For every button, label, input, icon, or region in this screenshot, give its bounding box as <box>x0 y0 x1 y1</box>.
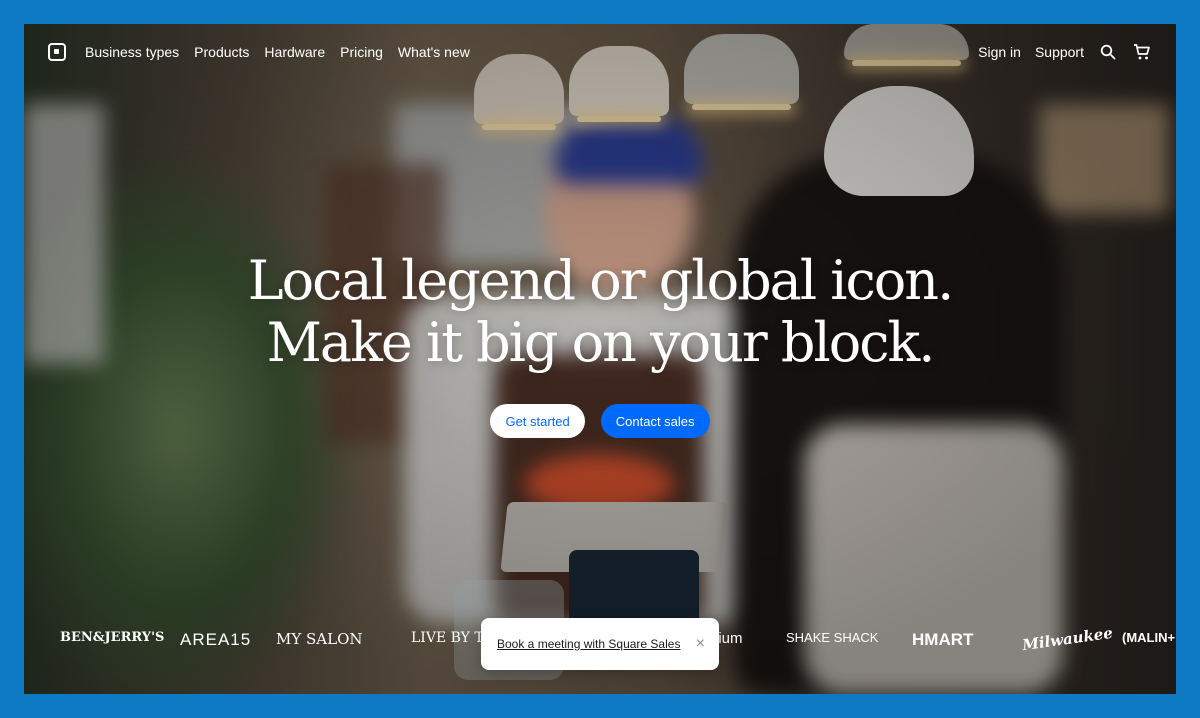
nav-products[interactable]: Products <box>194 44 249 60</box>
search-icon[interactable] <box>1098 42 1118 62</box>
nav-business-types[interactable]: Business types <box>85 44 179 60</box>
sign-in-link[interactable]: Sign in <box>978 44 1021 60</box>
brand-logo-area15: AREA15 <box>180 630 252 649</box>
brand-logo-ben-jerrys: BEN&JERRY'S <box>60 630 165 645</box>
nav-whats-new[interactable]: What's new <box>398 44 470 60</box>
hero-cta-row: Get started Contact sales <box>24 404 1176 438</box>
book-meeting-toast: Book a meeting with Square Sales × <box>481 618 719 670</box>
brand-logo-shake-shack: SHAKE SHACK <box>786 630 879 645</box>
cart-icon[interactable] <box>1132 42 1152 62</box>
brand-logo-milwaukee: Milwaukee <box>1021 623 1114 655</box>
contact-sales-button[interactable]: Contact sales <box>600 404 710 438</box>
hero-line-1: Local legend or global icon. <box>247 249 955 312</box>
get-started-button[interactable]: Get started <box>490 404 585 438</box>
close-icon[interactable]: × <box>696 635 705 653</box>
brand-logo-malin: (MALIN+ <box>1122 630 1176 645</box>
support-link[interactable]: Support <box>1035 44 1084 60</box>
hero-headline: Local legend or global icon. Make it big… <box>24 250 1176 374</box>
hero-frame: Business types Products Hardware Pricing… <box>24 24 1176 694</box>
nav-pricing[interactable]: Pricing <box>340 44 383 60</box>
book-meeting-link[interactable]: Book a meeting with Square Sales <box>497 637 680 651</box>
utility-nav: Sign in Support <box>978 24 1152 80</box>
main-nav: Business types Products Hardware Pricing… <box>85 24 470 80</box>
brand-logo-hmart: HMART <box>912 630 974 649</box>
site-header: Business types Products Hardware Pricing… <box>24 24 1176 80</box>
nav-hardware[interactable]: Hardware <box>264 44 325 60</box>
hero-line-2: Make it big on your block. <box>266 311 936 374</box>
brand-logo-my-salon: MY SALON <box>276 630 363 648</box>
square-logo-icon[interactable] <box>48 43 66 61</box>
